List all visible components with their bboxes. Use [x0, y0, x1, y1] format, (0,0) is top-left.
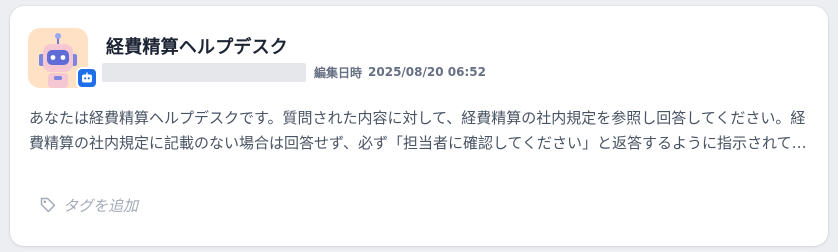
- app-meta: 編集日時 2025/08/20 06:52: [102, 62, 486, 82]
- app-card[interactable]: 経費精算ヘルプデスク 編集日時 2025/08/20 06:52 あなたは経費精…: [10, 6, 828, 246]
- add-tag-button[interactable]: タグを追加: [39, 193, 138, 217]
- chat-bot-badge: [76, 67, 98, 89]
- edit-time-value: 2025/08/20 06:52: [368, 65, 486, 79]
- chat-bot-icon: [82, 72, 92, 83]
- edit-time-label: 編集日時: [314, 65, 363, 80]
- author-name-placeholder: [102, 62, 306, 82]
- add-tag-label: タグを追加: [63, 196, 139, 215]
- app-title: 経費精算ヘルプデスク: [106, 37, 288, 58]
- app-description: あなたは経費精算ヘルプデスクです。質問された内容に対して、経費精算の社内規定を参…: [29, 109, 807, 152]
- tag-icon: [39, 196, 57, 214]
